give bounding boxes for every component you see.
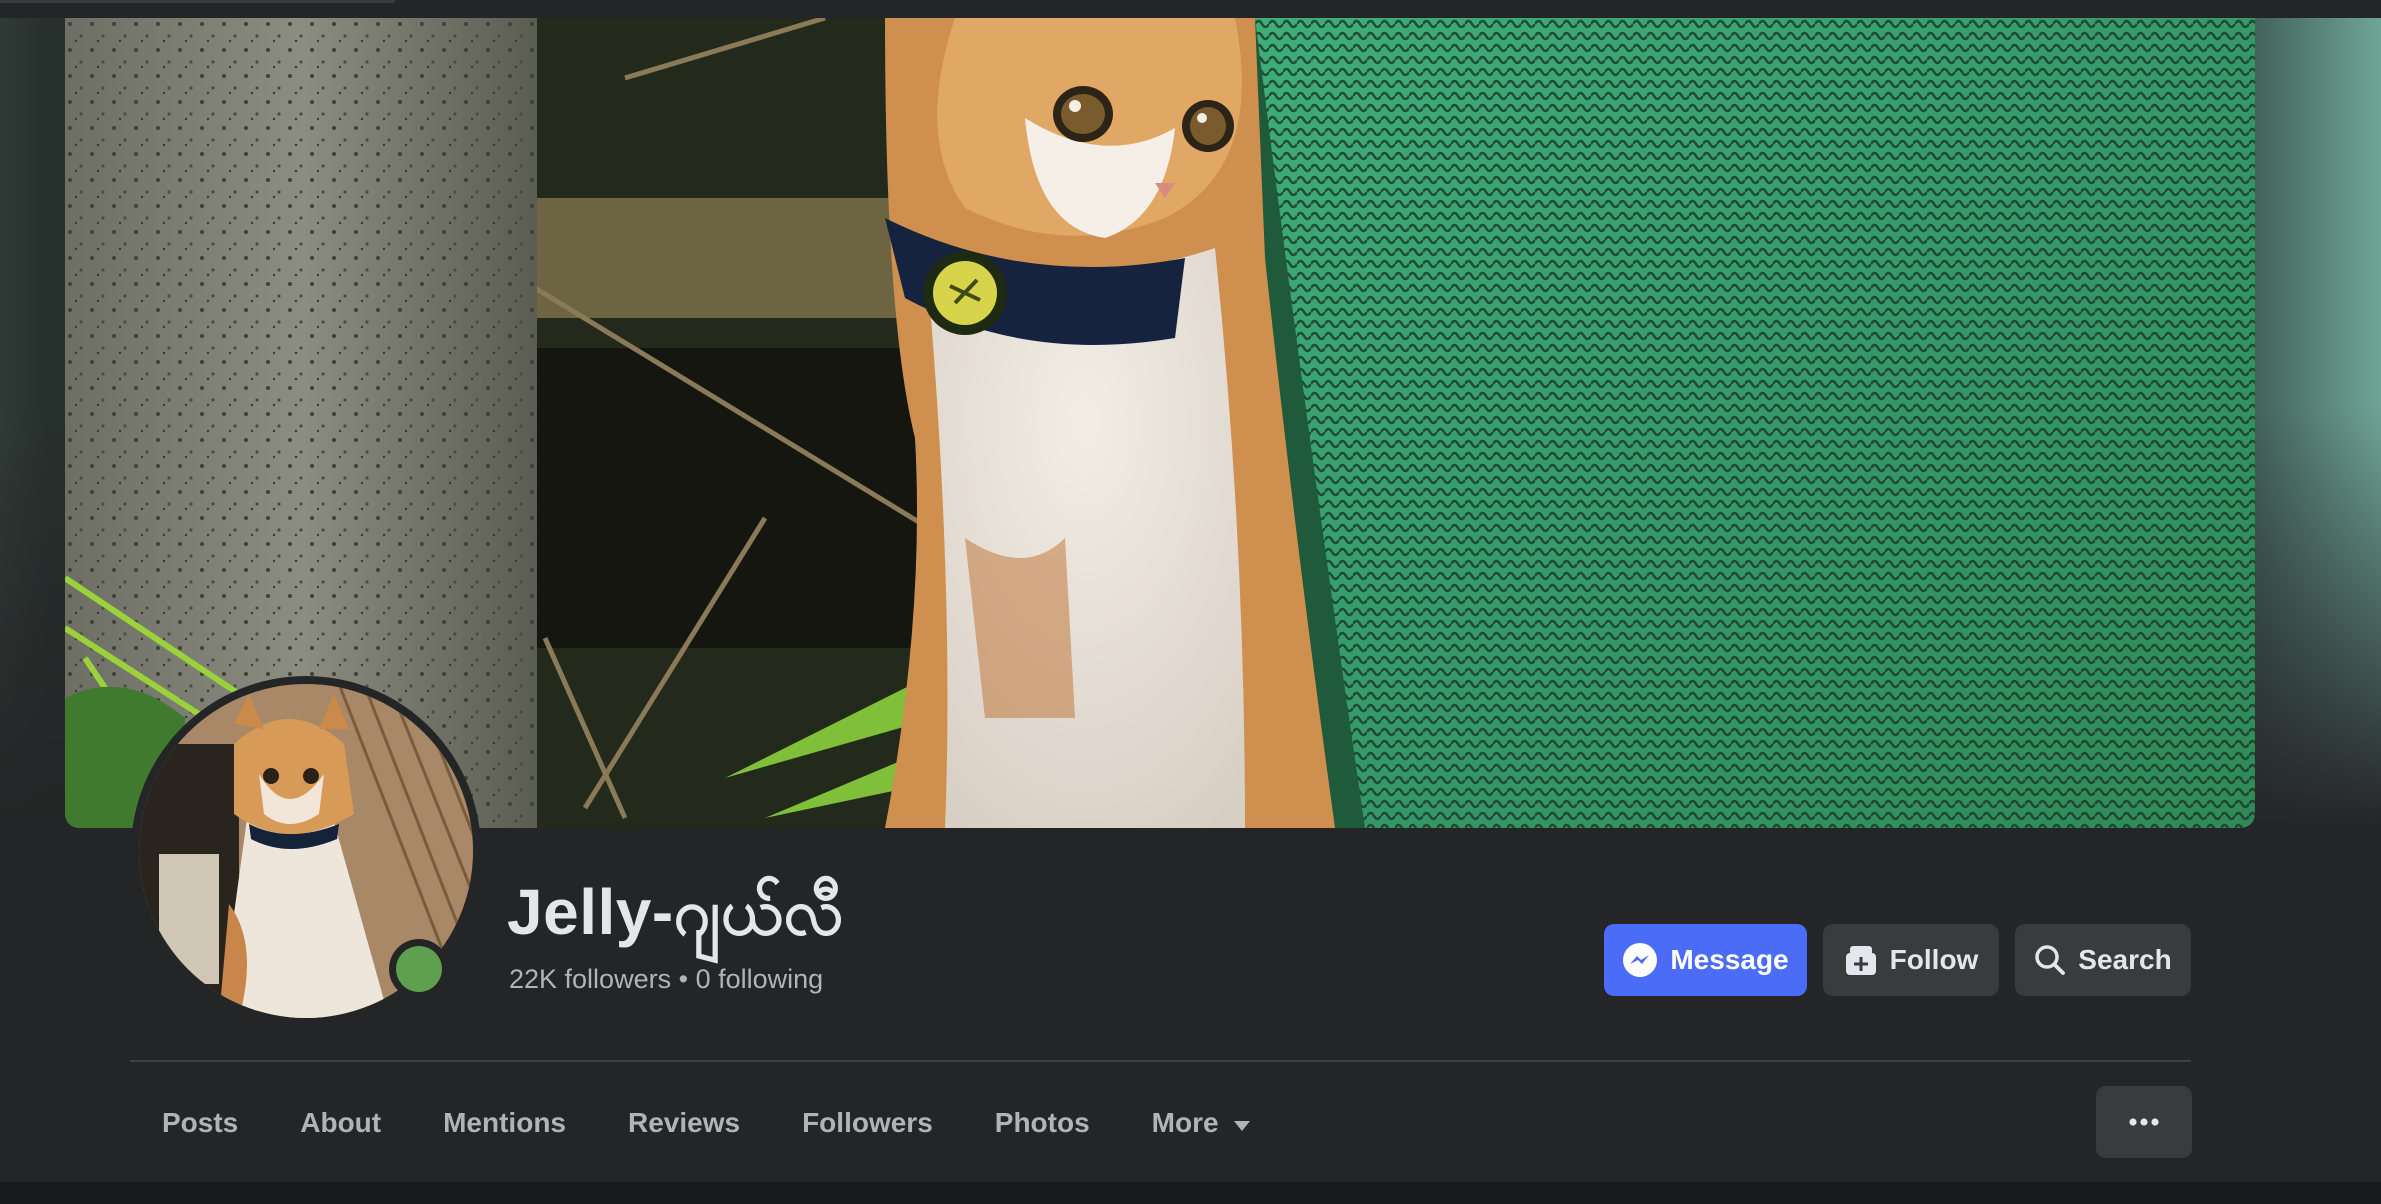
- tab-mentions[interactable]: Mentions: [412, 1083, 597, 1163]
- header-divider: [130, 1060, 2191, 1062]
- messenger-icon: [1622, 942, 1658, 978]
- message-button[interactable]: Message: [1604, 924, 1807, 996]
- tab-label: Posts: [162, 1107, 239, 1138]
- tab-about[interactable]: About: [269, 1083, 412, 1163]
- tab-followers[interactable]: Followers: [771, 1083, 964, 1163]
- following-count[interactable]: 0 following: [696, 964, 824, 994]
- tab-label: Mentions: [443, 1107, 566, 1138]
- tab-posts[interactable]: Posts: [131, 1083, 269, 1163]
- tab-photos[interactable]: Photos: [964, 1083, 1121, 1163]
- more-options-button[interactable]: [2096, 1086, 2192, 1158]
- search-button-label: Search: [2078, 944, 2172, 975]
- tab-more[interactable]: More: [1121, 1083, 1282, 1163]
- tab-label: About: [300, 1107, 382, 1138]
- follow-stats: 22K followers • 0 following: [509, 964, 823, 995]
- stats-separator: •: [678, 964, 689, 994]
- tab-label: Followers: [802, 1107, 933, 1138]
- follow-icon: [1844, 943, 1878, 977]
- message-button-label: Message: [1670, 944, 1789, 975]
- search-icon: [2034, 944, 2066, 976]
- follow-button[interactable]: Follow: [1823, 924, 1999, 996]
- follow-button-label: Follow: [1889, 944, 1979, 975]
- online-status-indicator: [389, 939, 449, 999]
- ellipsis-icon: [2129, 1113, 2159, 1131]
- browser-top-strip: [0, 0, 2381, 18]
- tab-label: Reviews: [628, 1107, 741, 1138]
- tab-label: Photos: [994, 1107, 1090, 1138]
- profile-tabs: Posts About Mentions Reviews Followers P…: [131, 1083, 1282, 1163]
- tab-label: More: [1151, 1107, 1219, 1138]
- page-title: Jelly-ဂျယ်လီ: [507, 876, 844, 948]
- tab-reviews[interactable]: Reviews: [597, 1083, 771, 1163]
- followers-count[interactable]: 22K followers: [509, 964, 671, 994]
- search-button[interactable]: Search: [2015, 924, 2191, 996]
- caret-down-icon: [1233, 1107, 1251, 1139]
- active-tab-indicator: [0, 0, 395, 3]
